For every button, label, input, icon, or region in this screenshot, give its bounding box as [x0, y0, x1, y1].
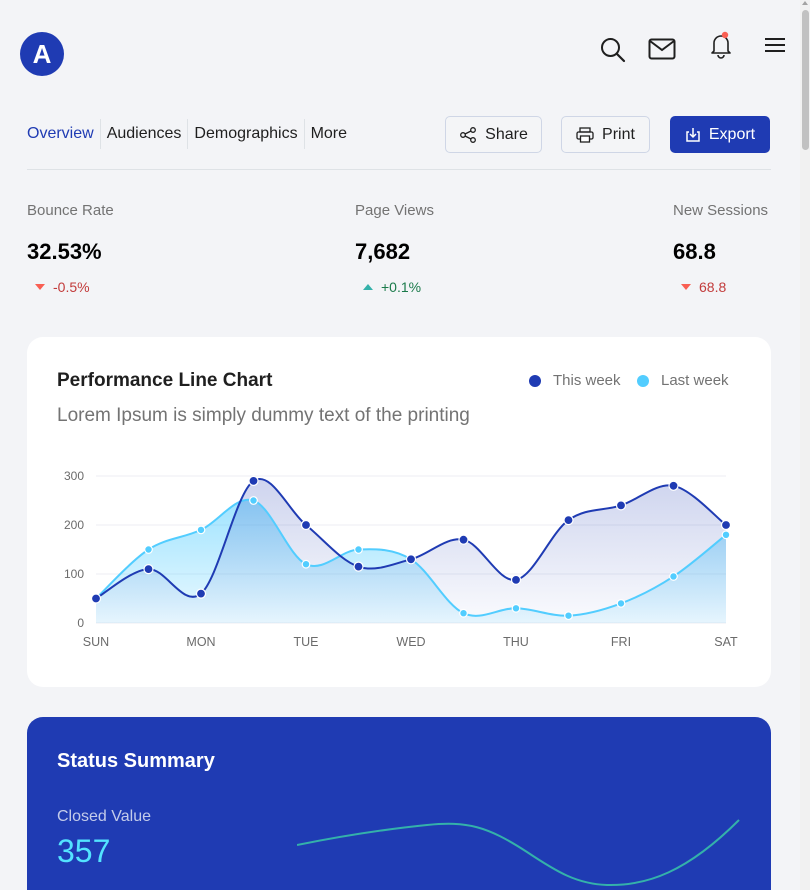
data-point: [195, 588, 207, 599]
print-label: Print: [602, 125, 635, 143]
stat-value: 32.53%: [27, 239, 102, 264]
data-point: [669, 572, 678, 581]
data-point: [405, 554, 417, 565]
tab-audiences[interactable]: Audiences: [99, 119, 188, 149]
data-point: [563, 514, 574, 526]
tab-overview[interactable]: Overview: [27, 119, 100, 149]
y-tick-label: 200: [64, 518, 84, 532]
tab-bar: Overview Audiences Demographics More: [27, 119, 353, 149]
tab-demographics[interactable]: Demographics: [187, 119, 303, 149]
trend-down-icon: [35, 284, 45, 290]
scrollbar[interactable]: [800, 0, 810, 890]
stat-delta-value: +0.1%: [381, 279, 422, 295]
data-point: [248, 475, 259, 486]
stat-value: 68.8: [673, 239, 716, 264]
x-tick-label: MON: [186, 635, 215, 649]
mail-icon[interactable]: [648, 38, 676, 60]
closed-value: 357: [57, 833, 111, 869]
legend-dot-icon: [637, 374, 649, 387]
export-button[interactable]: Export: [670, 116, 770, 153]
legend-label: Last week: [661, 372, 729, 389]
tab-more[interactable]: More: [303, 119, 353, 149]
export-label: Export: [708, 125, 756, 143]
data-point: [301, 559, 311, 569]
stat-delta: +0.1%: [355, 279, 434, 295]
data-point: [511, 603, 521, 613]
share-button[interactable]: Share: [445, 116, 542, 153]
performance-card: Performance Line Chart Lorem Ipsum is si…: [27, 337, 771, 687]
legend-last-week: Last week: [637, 372, 729, 389]
stat-label: New Sessions: [673, 202, 769, 219]
performance-line-chart[interactable]: 0 100 200 300 SUN MON TUE WED THU FRI SAT: [27, 457, 771, 677]
x-tick-label: SAT: [714, 635, 738, 649]
notification-dot-icon: [721, 31, 729, 39]
data-point: [721, 530, 731, 540]
menu-icon[interactable]: [764, 37, 786, 53]
search-icon[interactable]: [599, 36, 627, 64]
data-point: [510, 574, 522, 585]
closed-value-label: Closed Value: [57, 808, 151, 825]
printer-icon: [576, 126, 594, 143]
data-point: [144, 545, 153, 554]
data-point: [459, 608, 468, 618]
x-tick-label: TUE: [294, 635, 319, 649]
stat-delta: -0.5%: [27, 279, 114, 295]
stat-label: Bounce Rate: [27, 202, 114, 219]
stat-delta: 68.8: [673, 279, 768, 295]
data-point: [668, 480, 679, 491]
stat-delta-value: 68.8: [699, 279, 727, 295]
data-point: [90, 593, 102, 604]
stat-value: 7,682: [355, 239, 411, 264]
data-point: [615, 500, 627, 511]
export-icon: [686, 127, 700, 142]
card-subtitle: Lorem Ipsum is simply dummy text of the …: [57, 405, 470, 426]
data-point: [564, 611, 573, 621]
stat-bounce-rate: Bounce Rate 32.53% -0.5%: [27, 202, 114, 295]
stat-delta-value: -0.5%: [53, 279, 90, 295]
data-point: [249, 496, 258, 505]
y-tick-label: 0: [77, 616, 84, 630]
data-point: [300, 519, 312, 531]
legend-this-week: This week: [529, 372, 621, 389]
data-point: [143, 563, 154, 575]
data-point: [458, 534, 469, 545]
status-title: Status Summary: [57, 750, 215, 772]
stat-label: Page Views: [355, 202, 434, 219]
trend-down-icon: [681, 284, 691, 290]
data-point: [353, 561, 364, 572]
x-tick-label: FRI: [611, 635, 631, 649]
trend-up-icon: [363, 284, 373, 290]
data-point: [354, 545, 363, 554]
bell-icon[interactable]: [707, 30, 735, 60]
print-button[interactable]: Print: [561, 116, 650, 153]
scroll-up-arrow-icon[interactable]: [802, 1, 808, 5]
data-point: [616, 598, 626, 608]
x-tick-label: WED: [396, 635, 425, 649]
share-label: Share: [485, 125, 528, 143]
x-tick-label: SUN: [83, 635, 109, 649]
divider: [27, 169, 771, 170]
y-tick-label: 100: [64, 567, 84, 581]
status-sparkline: [297, 819, 740, 887]
share-icon: [460, 126, 477, 143]
data-point: [196, 525, 206, 535]
card-title: Performance Line Chart: [57, 370, 273, 391]
x-tick-label: THU: [503, 635, 529, 649]
data-point: [720, 519, 732, 531]
stat-new-sessions: New Sessions 68.8 68.8: [673, 202, 768, 295]
status-summary-card: Status Summary Closed Value 357: [27, 717, 771, 890]
y-tick-label: 300: [64, 469, 84, 483]
legend-label: This week: [553, 372, 621, 389]
legend-dot-icon: [529, 374, 541, 387]
stat-page-views: Page Views 7,682 +0.1%: [355, 202, 434, 295]
